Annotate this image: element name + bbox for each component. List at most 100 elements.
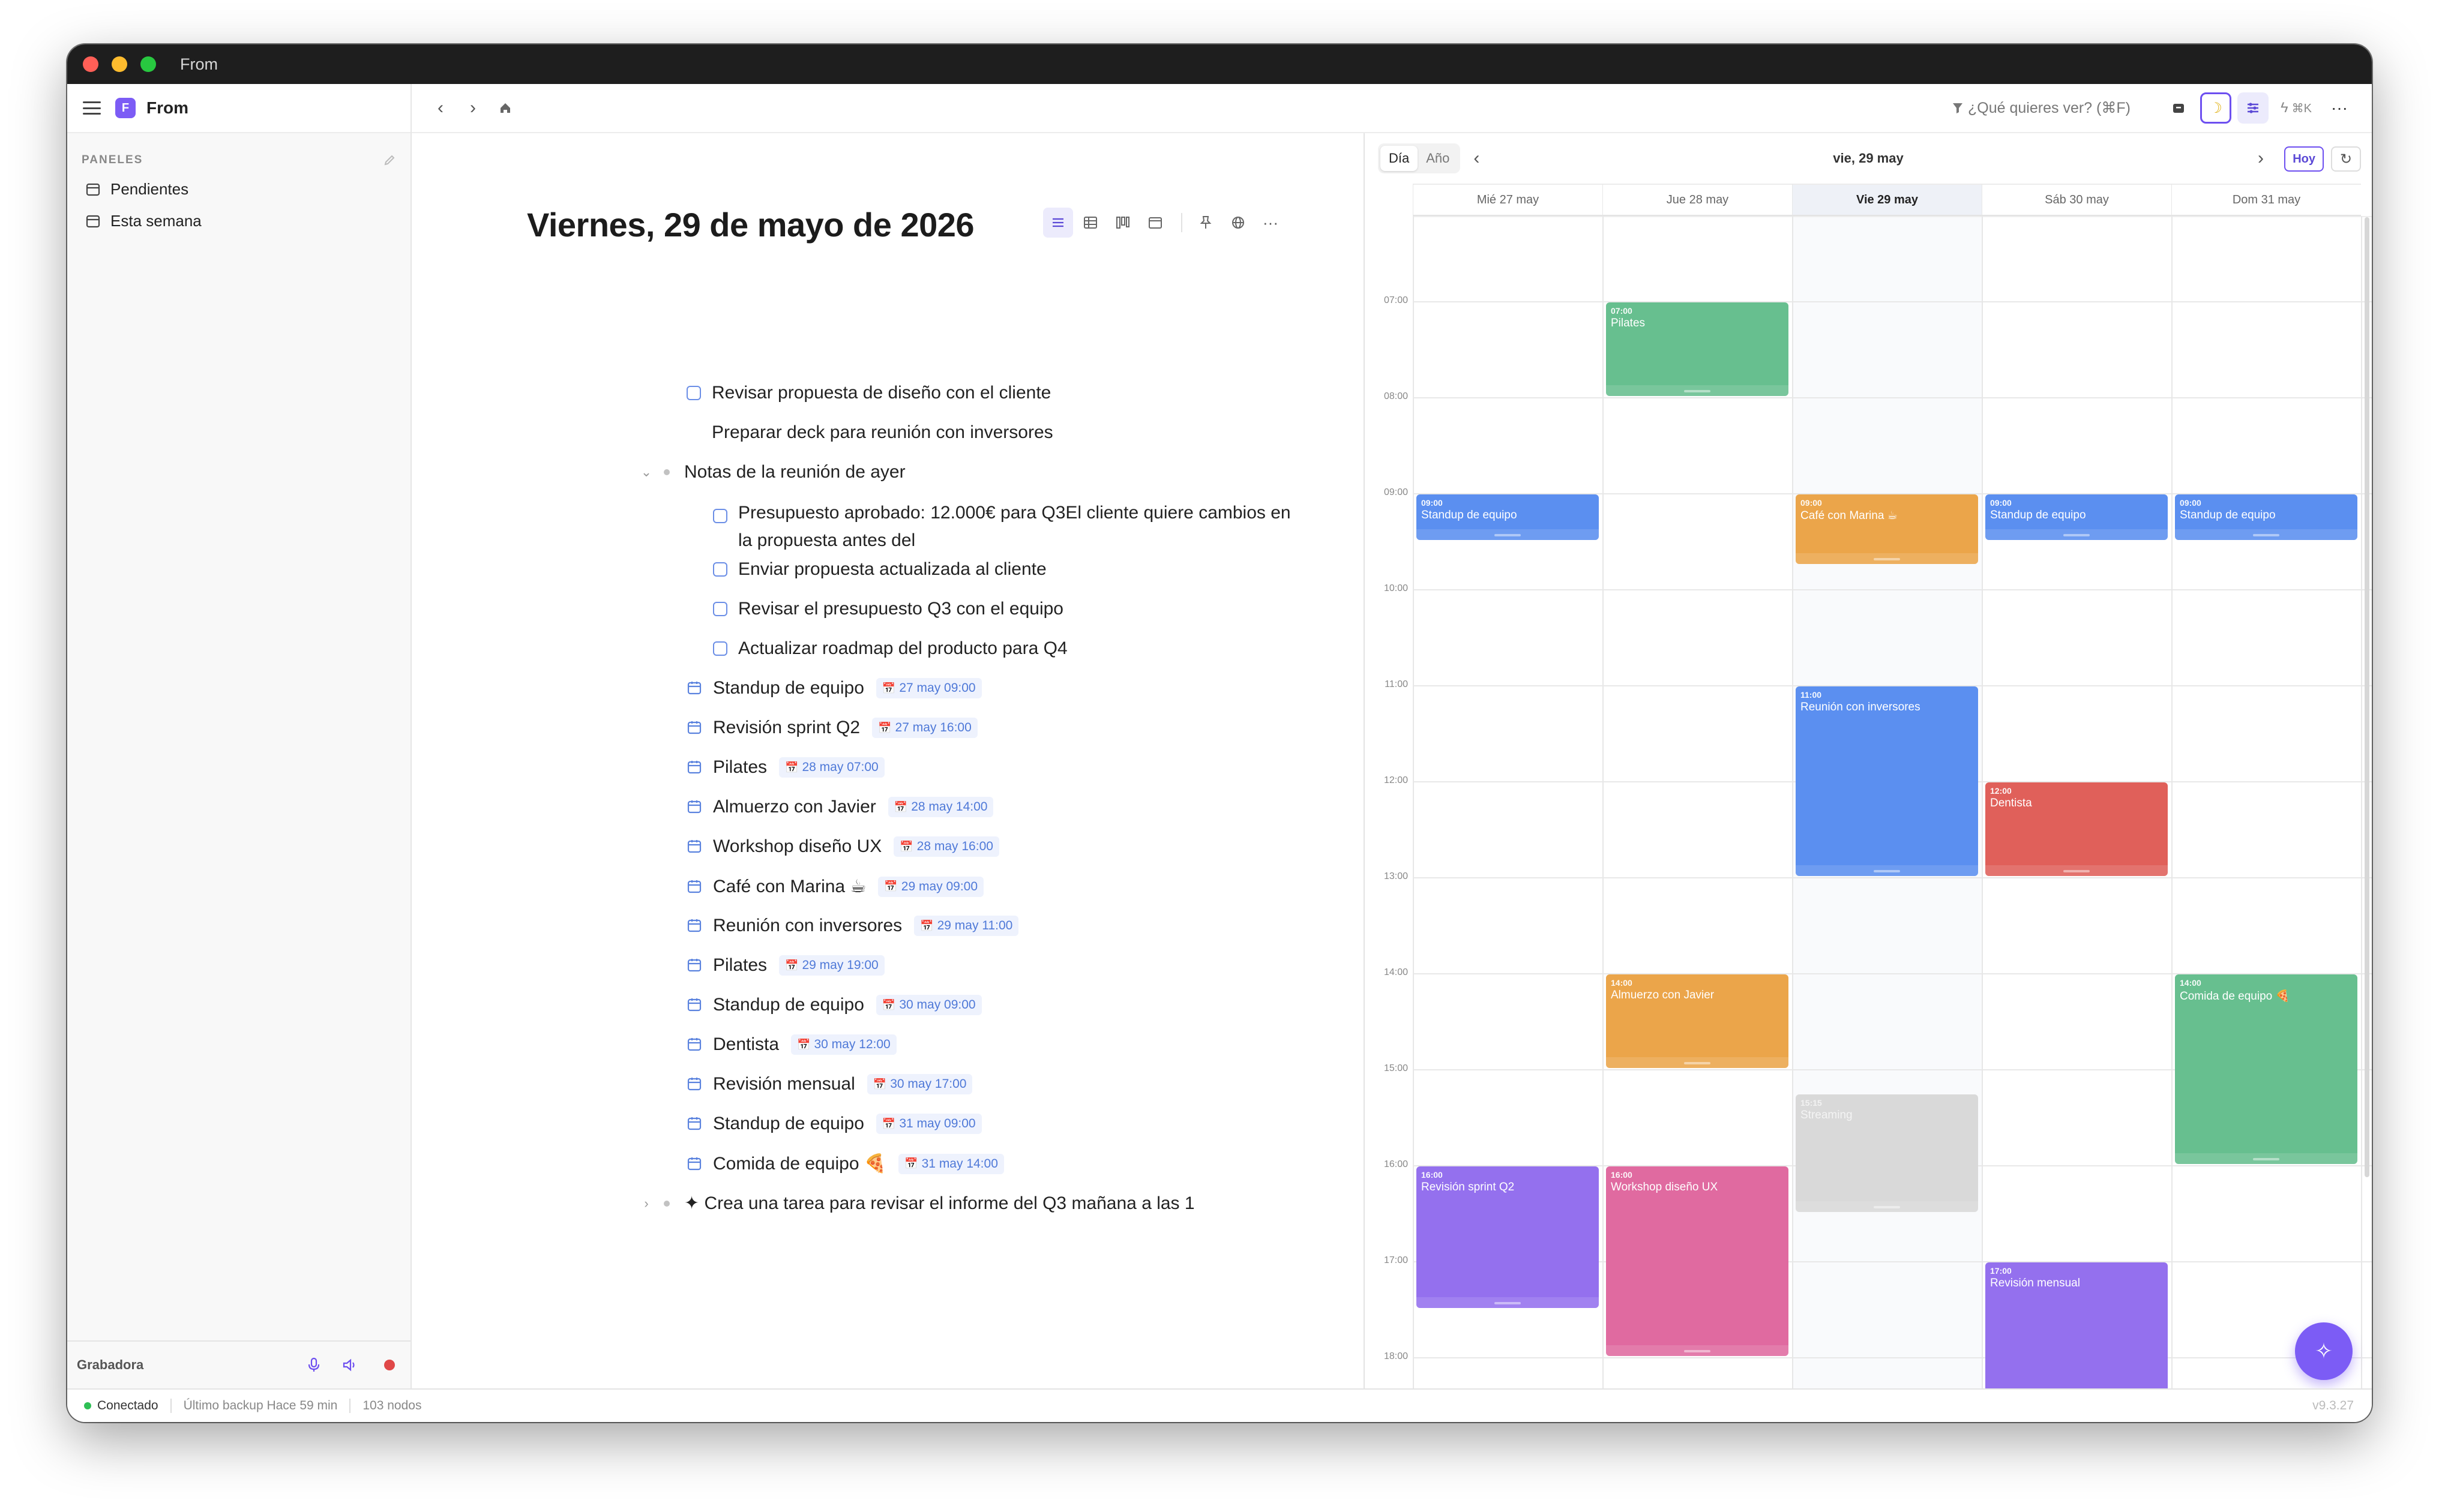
event-item[interactable]: Standup de equipo 📅 31 may 09:00 — [687, 1114, 982, 1134]
globe-icon[interactable] — [1223, 208, 1253, 238]
menu-icon[interactable] — [83, 101, 101, 115]
home-icon[interactable] — [493, 96, 517, 120]
calendar-event[interactable]: 07:00 Pilates — [1606, 302, 1788, 396]
resize-handle[interactable] — [1684, 1350, 1710, 1352]
task-item[interactable]: Revisar propuesta de diseño con el clien… — [687, 383, 1051, 403]
sidebar-item-esta-semana[interactable]: Esta semana — [67, 212, 411, 230]
event-item[interactable]: Dentista 📅 30 may 12:00 — [687, 1034, 897, 1055]
today-button[interactable]: Hoy — [2284, 146, 2324, 172]
collapse-chevron-icon[interactable]: ⌄ — [640, 464, 653, 480]
event-item[interactable]: Comida de equipo 🍕 📅 31 may 14:00 — [687, 1153, 1004, 1174]
table-view-icon[interactable] — [1075, 208, 1105, 238]
event-item[interactable]: Revisión sprint Q2 📅 27 may 16:00 — [687, 718, 978, 738]
command-palette-button[interactable]: ϟ ⌘K — [2275, 92, 2318, 124]
date-chip[interactable]: 📅 31 may 14:00 — [898, 1153, 1004, 1174]
forward-button[interactable]: › — [461, 96, 485, 120]
event-item[interactable]: Revisión mensual 📅 30 may 17:00 — [687, 1074, 973, 1094]
close-window-button[interactable] — [83, 56, 98, 72]
back-button[interactable]: ‹ — [429, 96, 453, 120]
resize-handle[interactable] — [2253, 534, 2279, 536]
day-header[interactable]: Sáb 30 may — [1982, 184, 2171, 216]
pin-icon[interactable] — [1191, 208, 1221, 238]
calendar-event[interactable]: 15:15 Streaming — [1796, 1094, 1978, 1212]
date-chip[interactable]: 📅 28 may 14:00 — [888, 797, 994, 817]
calendar-event[interactable]: 14:00 Comida de equipo 🍕 — [2175, 974, 2357, 1164]
more-options-icon[interactable]: ··· — [2324, 92, 2355, 124]
dark-mode-toggle[interactable]: ☽ — [2200, 92, 2231, 124]
calendar-event[interactable]: 09:00 Standup de equipo — [1416, 494, 1599, 540]
event-item[interactable]: Pilates 📅 28 may 07:00 — [687, 757, 885, 778]
sidebar-item-pendientes[interactable]: Pendientes — [67, 180, 411, 199]
resize-handle[interactable] — [1494, 1302, 1521, 1304]
event-item[interactable]: Workshop diseño UX 📅 28 may 16:00 — [687, 836, 999, 857]
resize-handle[interactable] — [1684, 1062, 1710, 1064]
day-header[interactable]: Mié 27 may — [1413, 184, 1602, 216]
resize-handle[interactable] — [1874, 558, 1900, 560]
page-more-icon[interactable]: ··· — [1256, 208, 1286, 238]
task-item[interactable]: Enviar propuesta actualizada al cliente — [713, 559, 1047, 580]
list-view-icon[interactable] — [1043, 208, 1073, 238]
date-chip[interactable]: 📅 28 may 07:00 — [779, 757, 885, 778]
date-chip[interactable]: 📅 28 may 16:00 — [894, 836, 999, 857]
resize-handle[interactable] — [1494, 534, 1521, 536]
calendar-event[interactable]: 11:00 Reunión con inversores — [1796, 686, 1978, 876]
task-item[interactable]: Presupuesto aprobado: 12.000€ para Q3El … — [713, 499, 1291, 554]
speaker-icon[interactable] — [342, 1358, 358, 1372]
event-item[interactable]: Pilates 📅 29 may 19:00 — [687, 955, 885, 976]
date-chip[interactable]: 📅 29 may 09:00 — [878, 876, 984, 897]
task-checkbox[interactable] — [713, 509, 727, 523]
day-header[interactable]: Vie 29 may — [1792, 184, 1982, 216]
resize-handle[interactable] — [1684, 390, 1710, 392]
calendar-event[interactable]: 14:00 Almuerzo con Javier — [1606, 974, 1788, 1068]
resize-handle[interactable] — [2253, 1158, 2279, 1160]
text-item[interactable]: Preparar deck para reunión con inversore… — [712, 422, 1053, 443]
task-checkbox[interactable] — [713, 562, 727, 577]
edit-panels-icon[interactable] — [383, 154, 396, 167]
microphone-icon[interactable] — [307, 1357, 320, 1373]
date-chip[interactable]: 📅 27 may 16:00 — [872, 718, 978, 738]
task-checkbox[interactable] — [687, 386, 701, 400]
day-header[interactable]: Dom 31 may — [2171, 184, 2361, 216]
task-item[interactable]: Actualizar roadmap del producto para Q4 — [713, 638, 1068, 659]
event-item[interactable]: Almuerzo con Javier 📅 28 may 14:00 — [687, 797, 994, 817]
date-chip[interactable]: 📅 30 may 12:00 — [791, 1034, 897, 1055]
calendar-scrollbar[interactable] — [2365, 217, 2369, 1177]
ai-assistant-button[interactable]: ✧ — [2295, 1322, 2353, 1380]
outline-group[interactable]: › ✦ Crea una tarea para revisar el inform… — [640, 1193, 1194, 1214]
event-item[interactable]: Reunión con inversores 📅 29 may 11:00 — [687, 916, 1019, 936]
record-button[interactable] — [384, 1360, 395, 1370]
calendar-event[interactable]: 09:00 Café con Marina ☕ — [1796, 494, 1978, 564]
view-year-button[interactable]: Año — [1418, 146, 1458, 171]
date-chip[interactable]: 📅 30 may 09:00 — [876, 995, 982, 1015]
calendar-view-icon[interactable] — [1140, 208, 1170, 238]
archive-icon[interactable] — [2163, 92, 2194, 124]
event-item[interactable]: Café con Marina ☕ 📅 29 may 09:00 — [687, 876, 984, 897]
calendar-event[interactable]: 17:00 Revisión mensual — [1985, 1262, 2168, 1388]
date-chip[interactable]: 📅 29 may 11:00 — [914, 916, 1019, 936]
calendar-event[interactable]: 12:00 Dentista — [1985, 782, 2168, 876]
date-chip[interactable]: 📅 31 may 09:00 — [876, 1114, 982, 1134]
calendar-event[interactable]: 16:00 Revisión sprint Q2 — [1416, 1166, 1599, 1308]
resize-handle[interactable] — [1874, 1206, 1900, 1208]
board-view-icon[interactable] — [1108, 208, 1138, 238]
view-day-button[interactable]: Día — [1380, 146, 1418, 171]
bullet-icon[interactable] — [664, 1200, 670, 1207]
task-checkbox[interactable] — [713, 602, 727, 616]
outline-group[interactable]: ⌄ Notas de la reunión de ayer — [640, 462, 906, 482]
resize-handle[interactable] — [1874, 870, 1900, 872]
date-chip[interactable]: 📅 27 may 09:00 — [876, 678, 982, 698]
date-chip[interactable]: 📅 30 may 17:00 — [867, 1074, 973, 1094]
bullet-icon[interactable] — [664, 469, 670, 475]
task-item[interactable]: Revisar el presupuesto Q3 con el equipo — [713, 599, 1063, 619]
calendar-grid[interactable]: 07:00 08:00 09:00 10:00 11:00 12:00 13:00 14:00… — [1365, 216, 2372, 1388]
day-header[interactable]: Jue 28 may — [1602, 184, 1792, 216]
next-day-button[interactable]: › — [2258, 148, 2264, 169]
calendar-event[interactable]: 09:00 Standup de equipo — [1985, 494, 2168, 540]
calendar-event[interactable]: 16:00 Workshop diseño UX — [1606, 1166, 1788, 1356]
event-item[interactable]: Standup de equipo 📅 27 may 09:00 — [687, 678, 982, 698]
event-item[interactable]: Standup de equipo 📅 30 may 09:00 — [687, 995, 982, 1015]
calendar-event[interactable]: 09:00 Standup de equipo — [2175, 494, 2357, 540]
previous-day-button[interactable]: ‹ — [1473, 148, 1479, 169]
minimize-window-button[interactable] — [112, 56, 127, 72]
panel-settings-button[interactable] — [2237, 92, 2269, 124]
